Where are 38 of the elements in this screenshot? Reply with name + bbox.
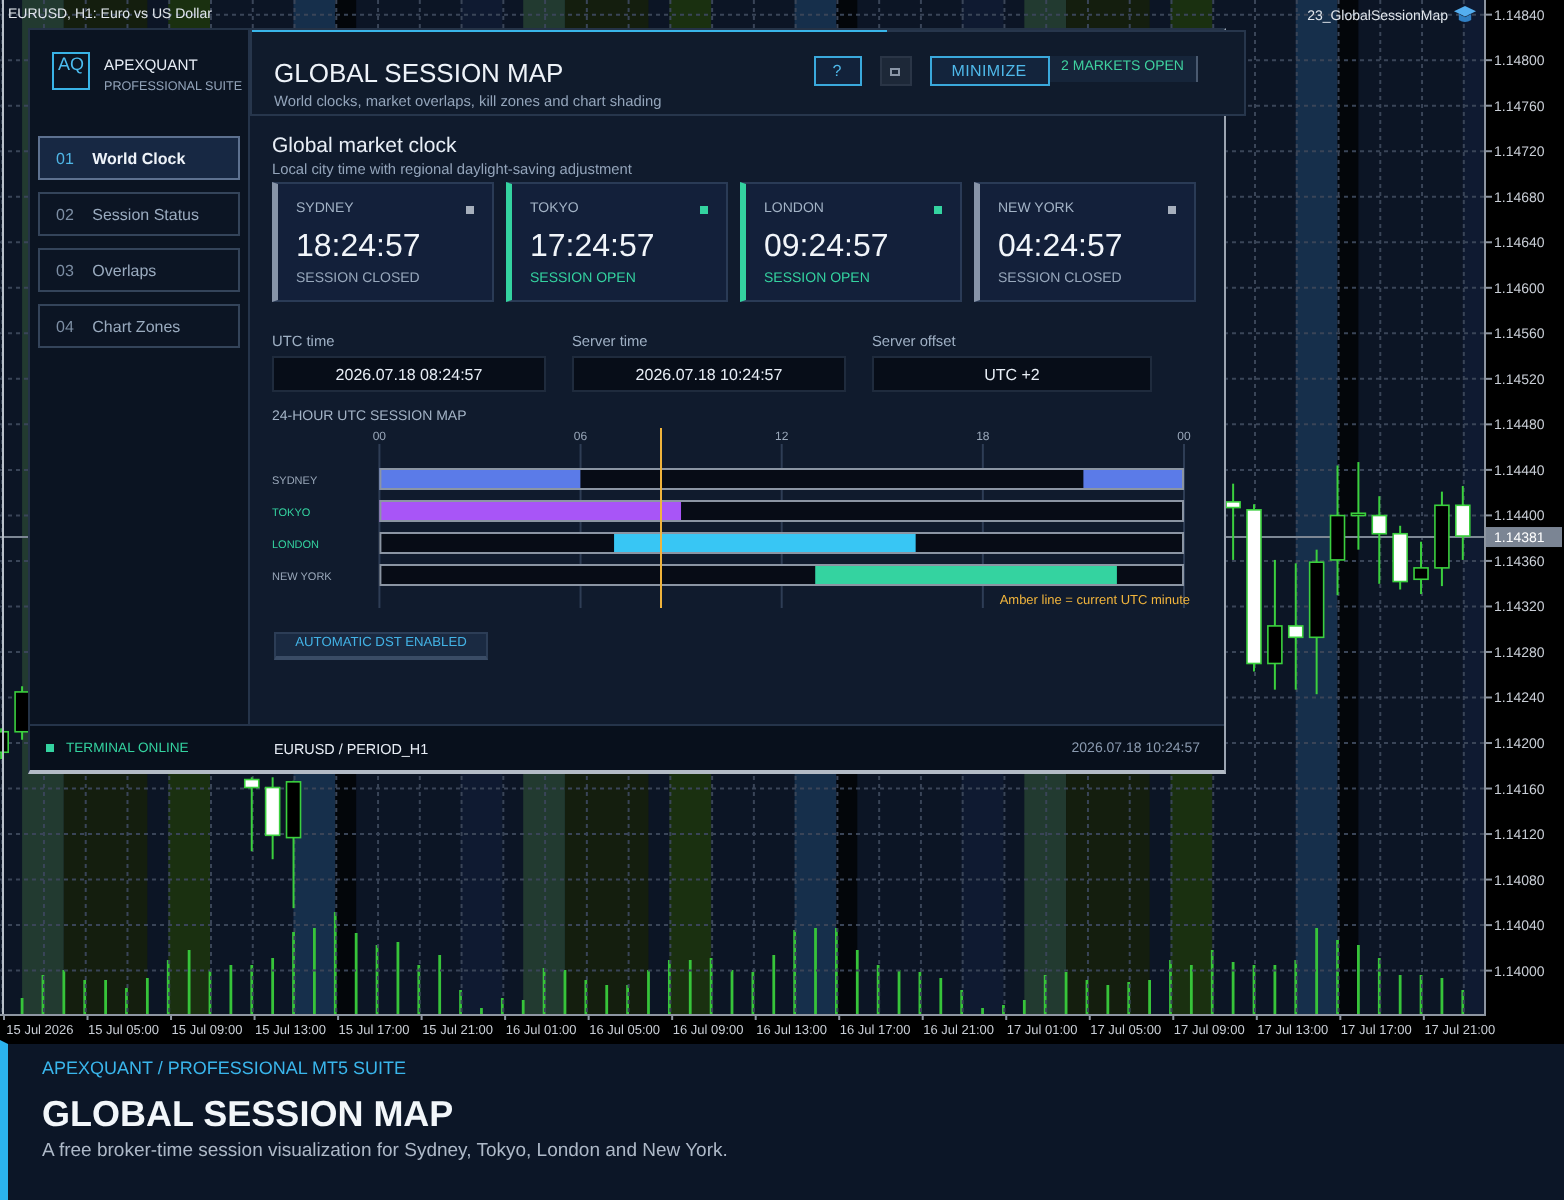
help-button[interactable]: ?: [813, 56, 862, 86]
candle: [1350, 461, 1367, 551]
candle: [1225, 482, 1241, 561]
icon-button[interactable]: [879, 56, 912, 86]
candle: [1455, 484, 1471, 561]
city-time: 17:24:57: [530, 232, 655, 264]
candle: [1413, 540, 1429, 596]
logo: AQ: [52, 52, 90, 90]
nav-item[interactable]: 02 Session Status: [38, 192, 240, 236]
panel-title: GLOBAL SESSION MAP: [274, 60, 566, 86]
cap-icon: [1454, 6, 1476, 22]
price-line: [0, 536, 29, 538]
time-field: UTC +2: [872, 356, 1152, 392]
candle: [1434, 490, 1450, 588]
nav-item[interactable]: 01 World Clock: [38, 136, 240, 180]
candle: [0, 727, 9, 761]
footer-title: GLOBAL SESSION MAP: [42, 1094, 454, 1134]
footer-description: A free broker-time session visualization for Sydney, Tokyo, London and New York.: [42, 1140, 728, 1162]
city-time: 18:24:57: [296, 232, 421, 264]
city-time: 04:24:57: [998, 232, 1123, 264]
candle: [243, 776, 260, 853]
nav-item[interactable]: 04 Chart Zones: [38, 304, 240, 348]
square-icon: [890, 67, 901, 75]
candle: [1371, 495, 1388, 585]
time-field: 2026.07.18 10:24:57: [572, 356, 846, 392]
candle: [1329, 464, 1346, 597]
minimize-button[interactable]: MINIMIZE: [929, 56, 1050, 86]
city-time: 09:24:57: [764, 232, 889, 264]
nav-item[interactable]: 03 Overlaps: [38, 248, 240, 292]
candle: [1267, 558, 1283, 691]
candle: [1392, 524, 1408, 591]
time-field: 2026.07.18 08:24:57: [272, 356, 546, 392]
candle: [285, 779, 302, 910]
section-title: Global market clock: [272, 134, 457, 158]
candle: [14, 685, 30, 741]
candle: [1287, 562, 1304, 691]
breadcrumb: APEXQUANT / PROFESSIONAL MT5 SUITE: [42, 1058, 407, 1080]
candle: [264, 776, 281, 861]
